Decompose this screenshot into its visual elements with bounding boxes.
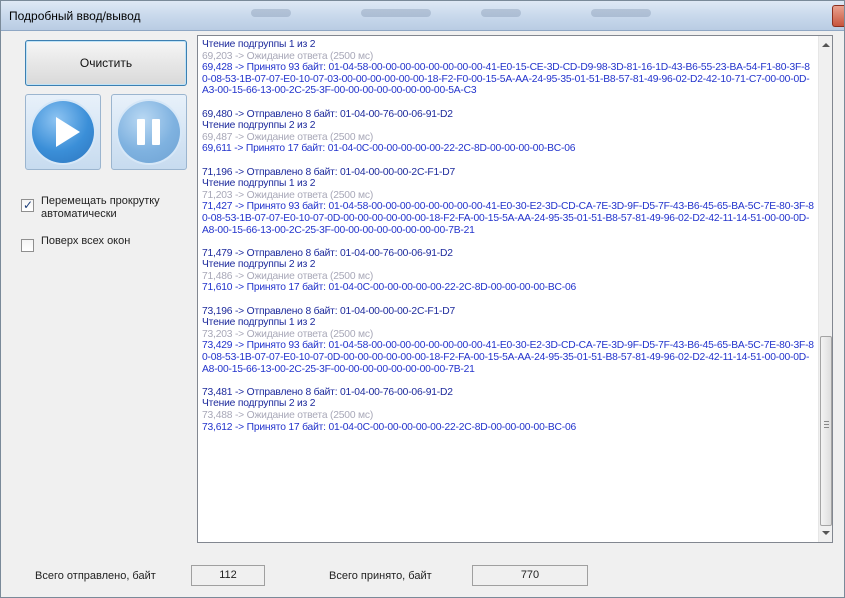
pause-icon	[118, 101, 180, 163]
totals-bar: Всего отправлено, байт 112 Всего принято…	[1, 557, 844, 597]
log-line-info: Чтение подгруппы 2 из 2	[202, 398, 316, 410]
vertical-scrollbar[interactable]	[818, 36, 832, 542]
log-entry: Чтение подгруппы 1 из 2 69,203 -> Ожидани…	[202, 39, 814, 97]
log-line-sent: 71,479 -> Отправлено 8 байт: 01-04-00-76…	[202, 247, 453, 259]
on-top-checkbox[interactable]	[21, 239, 34, 252]
received-total-value: 770	[472, 565, 588, 586]
log-line-sent: 69,480 -> Отправлено 8 байт: 01-04-00-76…	[202, 108, 453, 120]
log-line-recv: 71,427 -> Принято 93 байт: 01-04-58-00-0…	[202, 201, 814, 236]
auto-scroll-label: Перемещать прокрутку автоматически	[41, 195, 160, 220]
log-line-recv: 73,612 -> Принято 17 байт: 01-04-0C-00-0…	[202, 421, 577, 433]
log-entry: 71,479 -> Отправлено 8 байт: 01-04-00-76…	[202, 248, 814, 294]
window-title: Подробный ввод/вывод	[9, 9, 141, 23]
blurred-titlebar-area	[251, 9, 291, 17]
on-top-label: Поверх всех окон	[41, 235, 131, 247]
log-line-wait: 69,203 -> Ожидание ответа (2500 мс)	[202, 50, 374, 62]
play-button[interactable]	[25, 94, 101, 170]
log-entry: 73,196 -> Отправлено 8 байт: 01-04-00-00…	[202, 306, 814, 376]
log-text: Чтение подгруппы 1 из 2 69,203 -> Ожидани…	[202, 39, 814, 445]
log-entry: 73,481 -> Отправлено 8 байт: 01-04-00-76…	[202, 387, 814, 433]
log-line-wait: 73,488 -> Ожидание ответа (2500 мс)	[202, 410, 374, 421]
io-log[interactable]: Чтение подгруппы 1 из 2 69,203 -> Ожидани…	[197, 35, 833, 543]
control-panel: Очистить ✓ Перемещать прокрутку автомати…	[1, 32, 196, 552]
auto-scroll-checkbox[interactable]: ✓	[21, 198, 34, 212]
log-line-sent: 71,196 -> Отправлено 8 байт: 01-04-00-00…	[202, 166, 456, 178]
log-entry: 69,480 -> Отправлено 8 байт: 01-04-00-76…	[202, 109, 814, 155]
clear-button[interactable]: Очистить	[25, 40, 187, 86]
blurred-titlebar-area	[361, 9, 431, 17]
log-line-recv: 69,428 -> Принято 93 байт: 01-04-58-00-0…	[202, 62, 810, 97]
title-bar[interactable]: Подробный ввод/вывод	[1, 1, 844, 31]
log-line-wait: 69,487 -> Ожидание ответа (2500 мс)	[202, 131, 374, 143]
log-line-wait: 71,486 -> Ожидание ответа (2500 мс)	[202, 270, 374, 282]
log-line-wait: 73,203 -> Ожидание ответа (2500 мс)	[202, 328, 374, 340]
play-icon	[32, 101, 94, 163]
scroll-thumb[interactable]	[820, 336, 832, 526]
log-entry: 71,196 -> Отправлено 8 байт: 01-04-00-00…	[202, 167, 814, 237]
scroll-up-icon[interactable]	[822, 43, 830, 47]
log-line-wait: 71,203 -> Ожидание ответа (2500 мс)	[202, 189, 374, 201]
log-line-recv: 69,611 -> Принято 17 байт: 01-04-0C-00-0…	[202, 143, 576, 155]
log-line-sent: 73,196 -> Отправлено 8 байт: 01-04-00-00…	[202, 305, 456, 317]
blurred-titlebar-area	[481, 9, 521, 17]
close-icon[interactable]	[832, 5, 844, 27]
checkmark-icon: ✓	[23, 198, 34, 212]
log-line-info: Чтение подгруппы 2 из 2	[202, 259, 316, 271]
io-window: Подробный ввод/вывод Очистить ✓ Перемеща…	[0, 0, 845, 598]
blurred-titlebar-area	[591, 9, 651, 17]
log-line-recv: 71,610 -> Принято 17 байт: 01-04-0C-00-0…	[202, 282, 577, 294]
pause-button[interactable]	[111, 94, 187, 170]
log-line-info: Чтение подгруппы 2 из 2	[202, 120, 316, 132]
log-line-info: Чтение подгруппы 1 из 2	[202, 178, 316, 190]
scroll-down-icon[interactable]	[822, 531, 830, 535]
sent-total-label: Всего отправлено, байт	[35, 570, 156, 582]
log-line-recv: 73,429 -> Принято 93 байт: 01-04-58-00-0…	[202, 340, 814, 375]
log-line-sent: 73,481 -> Отправлено 8 байт: 01-04-00-76…	[202, 386, 453, 398]
log-line-info: Чтение подгруппы 1 из 2	[202, 39, 316, 50]
log-line-info: Чтение подгруппы 1 из 2	[202, 317, 316, 329]
sent-total-value: 112	[191, 565, 265, 586]
received-total-label: Всего принято, байт	[329, 570, 432, 582]
